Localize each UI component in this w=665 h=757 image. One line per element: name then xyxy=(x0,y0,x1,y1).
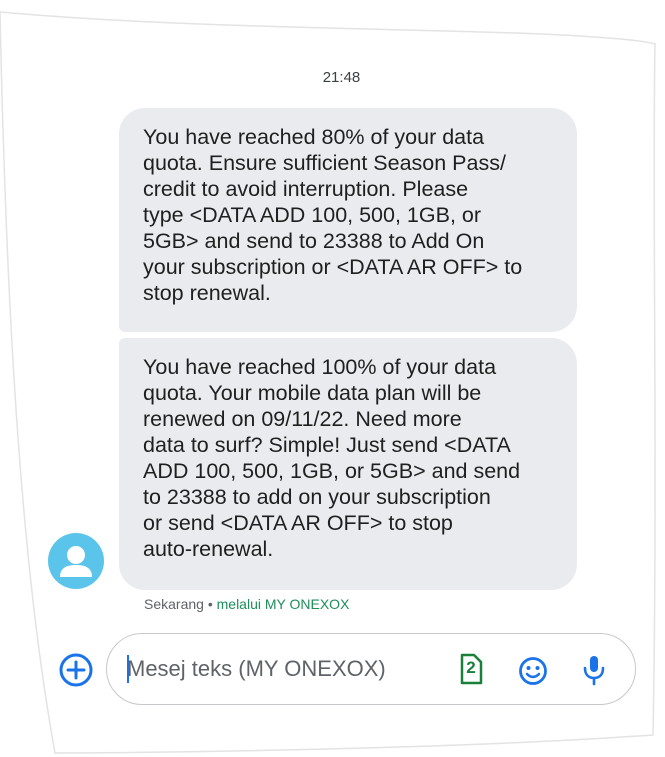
sim-number: 2 xyxy=(466,658,476,677)
emoji-icon xyxy=(519,657,547,685)
status-separator: • xyxy=(203,596,217,612)
message-status: Sekarang • melalui MY ONEXOX xyxy=(144,596,349,612)
message-bubble[interactable]: You have reached 80% of your data quota.… xyxy=(119,108,577,332)
message-bubble[interactable]: You have reached 100% of your data quota… xyxy=(119,338,577,590)
microphone-icon xyxy=(583,656,605,686)
add-attachment-button[interactable] xyxy=(58,652,94,688)
add-circle-icon xyxy=(59,653,93,687)
person-icon xyxy=(60,546,92,577)
status-time: Sekarang xyxy=(144,596,204,612)
sender-avatar[interactable] xyxy=(48,533,104,589)
message-input[interactable] xyxy=(127,652,427,686)
message-timestamp: 21:48 xyxy=(322,69,361,86)
status-via: melalui MY ONEXOX xyxy=(216,596,350,612)
message-composer: 2 xyxy=(106,633,636,705)
